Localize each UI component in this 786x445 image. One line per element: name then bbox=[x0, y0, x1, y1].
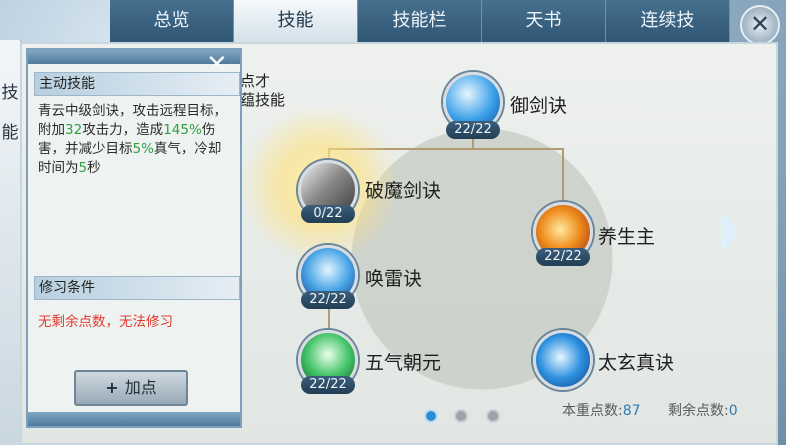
skill-name: 御剑诀 bbox=[510, 95, 568, 117]
total-points-value: 87 bbox=[622, 403, 641, 419]
requirement-title: 修习条件 bbox=[34, 276, 240, 300]
info-panel-bottom-border bbox=[28, 412, 240, 426]
page-dot-2[interactable] bbox=[454, 409, 468, 423]
hint-line: 蕴技能 bbox=[240, 91, 286, 109]
skill-node-taixuanzhenjue[interactable] bbox=[533, 330, 593, 390]
skill-name: 养生主 bbox=[598, 226, 656, 248]
remaining-points-value: 0 bbox=[728, 403, 738, 419]
close-icon: ✕ bbox=[749, 10, 771, 38]
page-dot-1[interactable] bbox=[424, 409, 438, 423]
skill-name: 破魔剑诀 bbox=[365, 180, 442, 202]
requirement-warning: 无剩余点数，无法修习 bbox=[38, 314, 173, 330]
add-point-label: 加点 bbox=[124, 378, 157, 397]
tree-connector bbox=[562, 148, 564, 204]
remaining-points: 剩余点数:0 bbox=[668, 400, 738, 420]
side-title-strip: 技 能 bbox=[0, 40, 21, 445]
desc-value: 5 bbox=[78, 160, 88, 176]
next-page-chevron-icon[interactable] bbox=[722, 212, 740, 252]
skill-level-count: 22/22 bbox=[446, 121, 500, 139]
page-dot-3[interactable] bbox=[486, 409, 500, 423]
total-points-label: 本重点数: bbox=[562, 403, 623, 419]
remaining-points-label: 剩余点数: bbox=[668, 403, 729, 419]
skill-level-count: 22/22 bbox=[301, 291, 355, 309]
partial-hint-text: 点才 蕴技能 bbox=[240, 72, 285, 110]
desc-value: 5% bbox=[132, 141, 154, 157]
skill-name: 太玄真诀 bbox=[598, 352, 675, 374]
tab-heavenly-book[interactable]: 天书 bbox=[482, 0, 606, 42]
plus-icon: + bbox=[105, 378, 119, 397]
tab-combo-skill[interactable]: 连续技 bbox=[606, 0, 730, 42]
tab-bar: 总览 技能 技能栏 天书 连续技 bbox=[110, 0, 730, 42]
skill-level-count: 22/22 bbox=[301, 376, 355, 394]
side-title-char: 技 bbox=[1, 83, 19, 103]
skill-level-count: 22/22 bbox=[536, 248, 590, 266]
total-points: 本重点数:87 bbox=[562, 400, 641, 420]
skill-level-count: 0/22 bbox=[301, 205, 355, 223]
desc-value: 32 bbox=[65, 122, 83, 138]
corner-ornament-icon: ✕ bbox=[206, 50, 228, 80]
close-button[interactable]: ✕ bbox=[740, 5, 780, 45]
tab-skill-bar[interactable]: 技能栏 bbox=[358, 0, 482, 42]
skill-description: 青云中级剑诀，攻击远程目标，附加32攻击力，造成145%伤害，并减少目标5%真气… bbox=[38, 102, 234, 178]
skill-name: 五气朝元 bbox=[365, 352, 442, 374]
add-point-button[interactable]: + 加点 bbox=[74, 370, 188, 406]
desc-text: 秒 bbox=[87, 160, 101, 176]
hint-line: 点才 bbox=[240, 72, 271, 90]
side-title-char: 能 bbox=[1, 123, 19, 143]
desc-value: 145% bbox=[163, 122, 202, 138]
tab-overview[interactable]: 总览 bbox=[110, 0, 234, 42]
desc-text: 攻击力，造成 bbox=[82, 122, 164, 138]
tab-skills[interactable]: 技能 bbox=[234, 0, 358, 42]
skill-info-panel: 主动技能 青云中级剑诀，攻击远程目标，附加32攻击力，造成145%伤害，并减少目… bbox=[26, 48, 242, 428]
skill-name: 唤雷诀 bbox=[365, 268, 423, 290]
